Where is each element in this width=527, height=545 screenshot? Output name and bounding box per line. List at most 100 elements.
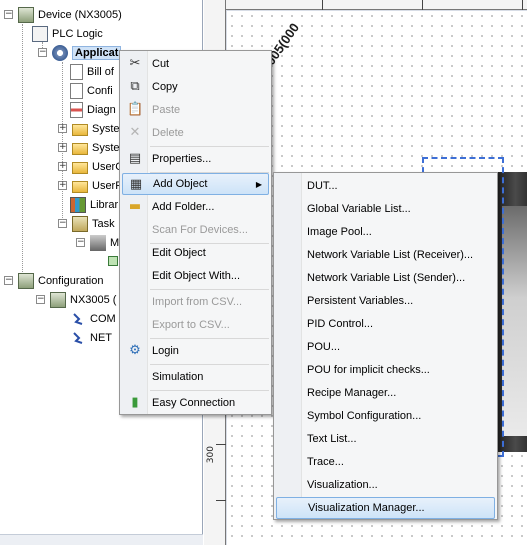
menu-item-simulation[interactable]: Simulation bbox=[122, 366, 269, 388]
submenu-item[interactable]: Global Variable List... bbox=[276, 198, 495, 220]
expand-icon[interactable]: + bbox=[58, 181, 67, 190]
tree-item-application[interactable]: − Applicat bbox=[36, 43, 122, 62]
menu-item-scan-for-devices[interactable]: Scan For Devices... bbox=[122, 219, 269, 241]
menu-item-add-folder[interactable]: ▬ Add Folder... bbox=[122, 196, 269, 218]
submenu-item[interactable]: POU for implicit checks... bbox=[276, 359, 495, 381]
application-gear-icon bbox=[52, 44, 68, 61]
menu-item-add-object[interactable]: ▦ Add Object ▶ bbox=[122, 173, 269, 195]
submenu-item[interactable]: PID Control... bbox=[276, 313, 495, 335]
tree-item-task-pou[interactable] bbox=[108, 251, 118, 270]
submenu-item-visualization-manager[interactable]: Visualization Manager... bbox=[276, 497, 495, 519]
ruler-mark: 300 bbox=[206, 446, 216, 464]
menu-item-cut[interactable]: ✂ Cut bbox=[122, 53, 269, 75]
tree-item-label: NX3005 ( bbox=[70, 293, 117, 306]
folder-icon bbox=[72, 180, 88, 193]
easy-connection-icon: ▮ bbox=[131, 395, 139, 410]
menu-item-export-csv[interactable]: Export to CSV... bbox=[122, 314, 269, 336]
menu-item-delete[interactable]: ✕ Delete bbox=[122, 122, 269, 144]
submenu-item[interactable]: POU... bbox=[276, 336, 495, 358]
submenu-item[interactable]: Symbol Configuration... bbox=[276, 405, 495, 427]
horizontal-scrollbar[interactable] bbox=[0, 534, 203, 545]
paste-icon: 📋 bbox=[127, 102, 144, 117]
tree-item-child[interactable]: Diagn bbox=[70, 100, 116, 119]
menu-item-edit-object[interactable]: Edit Object bbox=[122, 242, 269, 264]
horizontal-ruler bbox=[226, 0, 527, 10]
collapse-icon[interactable]: − bbox=[76, 238, 85, 247]
submenu-item[interactable]: Persistent Variables... bbox=[276, 290, 495, 312]
copy-icon: ⧉ bbox=[130, 79, 140, 94]
tree-item-folder[interactable]: + UserF bbox=[56, 176, 122, 195]
document-icon bbox=[70, 63, 83, 80]
tree-item-configuration[interactable]: − Configuration bbox=[2, 271, 103, 290]
collapse-icon[interactable]: − bbox=[4, 276, 13, 285]
menu-item-login[interactable]: ⚙ Login bbox=[122, 340, 269, 362]
pou-call-icon bbox=[108, 255, 118, 266]
tree-item-task[interactable]: − Task bbox=[56, 214, 115, 233]
tree-item-com[interactable]: COM bbox=[72, 309, 116, 328]
configuration-icon bbox=[18, 272, 34, 289]
folder-icon bbox=[72, 161, 88, 174]
submenu-item[interactable]: Network Variable List (Sender)... bbox=[276, 267, 495, 289]
tree-item-label: Task bbox=[92, 217, 115, 230]
tree-item-child[interactable]: Confi bbox=[70, 81, 113, 100]
collapse-icon[interactable]: − bbox=[38, 48, 47, 57]
cpu-icon bbox=[50, 291, 66, 308]
scissors-icon: ✂ bbox=[129, 56, 141, 71]
menu-item-paste[interactable]: 📋 Paste bbox=[122, 99, 269, 121]
submenu-item[interactable]: Text List... bbox=[276, 428, 495, 450]
tree-item-task-child[interactable]: − M bbox=[76, 233, 119, 252]
submenu-arrow-icon: ▶ bbox=[255, 179, 262, 189]
tree-item-folder[interactable]: + UserC bbox=[56, 157, 123, 176]
tree-item-label: Syste bbox=[92, 141, 120, 154]
properties-icon: ▤ bbox=[128, 151, 142, 166]
menu-item-easy-connection[interactable]: ▮ Easy Connection bbox=[122, 392, 269, 414]
tree-item-plc-logic[interactable]: PLC Logic bbox=[20, 24, 103, 43]
menu-item-import-csv[interactable]: Import from CSV... bbox=[122, 291, 269, 313]
com-port-icon bbox=[72, 312, 86, 326]
collapse-icon[interactable]: − bbox=[4, 10, 13, 19]
tree-item-child[interactable]: Bill of bbox=[70, 62, 114, 81]
tree-item-device[interactable]: − Device (NX3005) bbox=[2, 5, 122, 24]
tree-item-label: Device (NX3005) bbox=[38, 8, 122, 21]
submenu-item[interactable]: Visualization... bbox=[276, 474, 495, 496]
tree-item-label: Bill of bbox=[87, 65, 114, 78]
context-menu: ✂ Cut ⧉ Copy 📋 Paste ✕ Delete ▤ Properti… bbox=[119, 50, 272, 415]
tree-item-folder[interactable]: + Syste bbox=[56, 138, 120, 157]
tree-item-label: UserF bbox=[92, 179, 122, 192]
expand-icon[interactable]: + bbox=[58, 162, 67, 171]
tree-item-nx3005[interactable]: − NX3005 ( bbox=[34, 290, 116, 309]
collapse-icon[interactable]: − bbox=[58, 219, 67, 228]
tree-item-net[interactable]: NET bbox=[72, 328, 112, 347]
tree-item-label: Diagn bbox=[87, 103, 116, 116]
tree-item-label: PLC Logic bbox=[52, 27, 103, 40]
net-port-icon bbox=[72, 331, 86, 345]
folder-icon: ▬ bbox=[128, 199, 142, 214]
add-object-icon: ▦ bbox=[129, 177, 143, 192]
folder-icon bbox=[72, 142, 88, 155]
menu-item-properties[interactable]: ▤ Properties... bbox=[122, 148, 269, 170]
document-icon bbox=[70, 82, 83, 99]
tree-item-label: NET bbox=[90, 331, 112, 344]
plc-logic-icon bbox=[32, 25, 48, 42]
menu-item-copy[interactable]: ⧉ Copy bbox=[122, 76, 269, 98]
tree-item-label: Applicat bbox=[72, 45, 122, 60]
submenu-item[interactable]: Image Pool... bbox=[276, 221, 495, 243]
collapse-icon[interactable]: − bbox=[36, 295, 45, 304]
expand-icon[interactable]: + bbox=[58, 143, 67, 152]
task-configuration-icon bbox=[72, 215, 88, 232]
add-object-submenu: DUT... Global Variable List... Image Poo… bbox=[273, 172, 498, 520]
tree-item-library[interactable]: Librar bbox=[70, 195, 118, 214]
login-icon: ⚙ bbox=[129, 343, 141, 358]
tree-item-label: M bbox=[110, 236, 120, 249]
expand-icon[interactable]: + bbox=[58, 124, 67, 133]
task-icon bbox=[90, 234, 106, 251]
tree-item-label: COM bbox=[90, 312, 116, 325]
submenu-item[interactable]: Network Variable List (Receiver)... bbox=[276, 244, 495, 266]
diagnostics-icon bbox=[70, 101, 83, 118]
submenu-item[interactable]: Recipe Manager... bbox=[276, 382, 495, 404]
submenu-item[interactable]: DUT... bbox=[276, 175, 495, 197]
tree-item-folder[interactable]: + Syste bbox=[56, 119, 120, 138]
tree-item-label: Confi bbox=[87, 84, 113, 97]
submenu-item[interactable]: Trace... bbox=[276, 451, 495, 473]
menu-item-edit-object-with[interactable]: Edit Object With... bbox=[122, 265, 269, 287]
